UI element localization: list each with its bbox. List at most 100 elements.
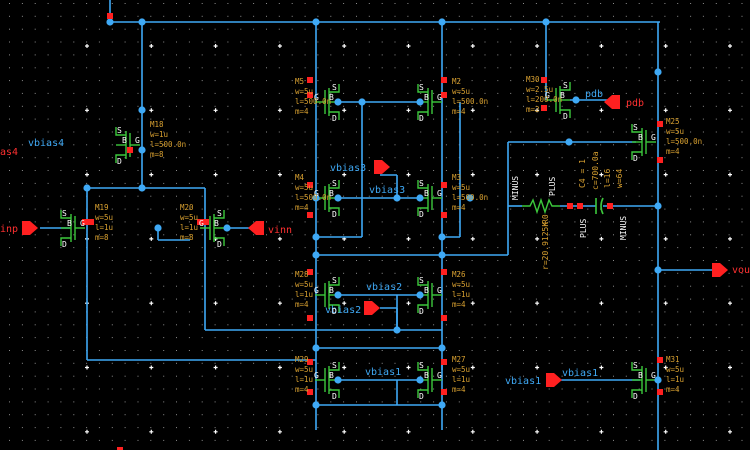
device-multiplier: m=8 [150,150,164,159]
device-length: l=1u [452,375,470,384]
junction-dot [138,146,146,154]
terminal-b: B [122,136,127,145]
junction-dot [223,224,231,232]
terminal-b: B [424,189,429,198]
terminal-d: D [633,154,638,163]
junction-dot [438,18,446,26]
device-name: M20 [180,203,194,212]
terminal-d: D [117,157,122,166]
schematic-canvas[interactable]: vbias4 vbias3 vbias3 vbias2 vbias2 vbias… [0,0,750,450]
pin-terminal[interactable] [657,357,663,363]
device-width: w=5u [452,280,470,289]
terminal-b: B [214,219,219,228]
terminal-s: S [633,123,638,132]
terminal-s: S [419,179,424,188]
device-width: w=5u [295,280,313,289]
terminal-g: G [651,133,656,142]
capacitor-width: w=64 [615,169,624,188]
pin-terminal[interactable] [441,182,447,188]
junction-dot [416,194,424,202]
device-multiplier: m=4 [452,385,466,394]
terminal-d: D [62,240,67,249]
net-label-vbias2a: vbias2 [366,282,402,293]
device-width: w=5u [452,87,470,96]
junction-dot [654,266,662,274]
terminal-s: S [419,361,424,370]
device-multiplier: m=4 [295,300,309,309]
device-length: l=1u [95,223,113,232]
capacitor-name: C4 = 1 [578,159,587,188]
resistor-minus-label: MINUS [511,176,520,200]
pin-terminal[interactable] [441,77,447,83]
device-length: l=500.0n [295,193,331,202]
pin-terminal[interactable] [441,269,447,275]
junction-dot [358,98,366,106]
device-length: l=500.0n [666,137,702,146]
device-name: M2 [452,77,461,86]
junction-dot [138,184,146,192]
device-multiplier: m=4 [295,385,309,394]
pin-terminal[interactable] [107,13,113,19]
junction-dot [438,233,446,241]
pin-terminal[interactable] [441,359,447,365]
device-width: w=5u [95,213,113,222]
device-width: w=5u [295,87,313,96]
pin-terminal[interactable] [307,77,313,83]
terminal-b: B [638,133,643,142]
terminal-s: S [633,361,638,370]
junction-dot [334,98,342,106]
device-length: l=500.0n [150,140,186,149]
junction-dot [438,401,446,409]
pin-terminal[interactable] [441,315,447,321]
pin-label-vout: vou [732,265,750,276]
terminal-g: G [314,371,319,380]
pin-terminal[interactable] [307,212,313,218]
pin-terminal[interactable] [657,389,663,395]
junction-dot [565,138,573,146]
terminal-d: D [419,210,424,219]
pin-terminal[interactable] [307,315,313,321]
device-name: M31 [666,355,680,364]
pin-terminal[interactable] [203,219,209,225]
net-label-vbias2b: vbias2 [325,305,361,316]
terminal-s: S [332,83,337,92]
pin-label-inp: inp [0,224,18,235]
pin-terminal[interactable] [607,203,613,209]
pin-terminal[interactable] [441,389,447,395]
terminal-s: S [117,126,122,135]
pin-terminal[interactable] [567,203,573,209]
device-name: M3 [452,173,461,182]
terminal-s: S [62,209,67,218]
terminal-s: S [332,361,337,370]
pin-label-as4: as4 [0,147,18,158]
pin-terminal[interactable] [577,203,583,209]
terminal-d: D [217,240,222,249]
resistor-value: r=20.9125K [541,222,550,270]
pin-terminal[interactable] [541,77,547,83]
pin-terminal[interactable] [441,212,447,218]
device-length: l=1u [666,375,684,384]
terminal-g: G [314,286,319,295]
device-multiplier: m=4 [452,203,466,212]
junction-dot [312,344,320,352]
net-label-vbias1a: vbias1 [365,367,401,378]
terminal-b: B [329,286,334,295]
terminal-d: D [419,392,424,401]
junction-dot [654,68,662,76]
device-length: l=1u [180,223,198,232]
junction-dot [154,224,162,232]
terminal-b: B [67,219,72,228]
device-multiplier: m=8 [180,233,194,242]
pin-label-pdb: pdb [626,98,644,109]
junction-dot [312,251,320,259]
pin-terminal[interactable] [657,157,663,163]
pin-terminal[interactable] [88,219,94,225]
device-name: M29 [295,355,309,364]
pin-terminal[interactable] [127,147,133,153]
pin-terminal[interactable] [541,105,547,111]
device-width: w=5u [452,183,470,192]
pin-terminal[interactable] [441,92,447,98]
pin-terminal[interactable] [657,121,663,127]
junction-dot [106,18,114,26]
net-label-vbias3: vbias3 [330,163,366,174]
